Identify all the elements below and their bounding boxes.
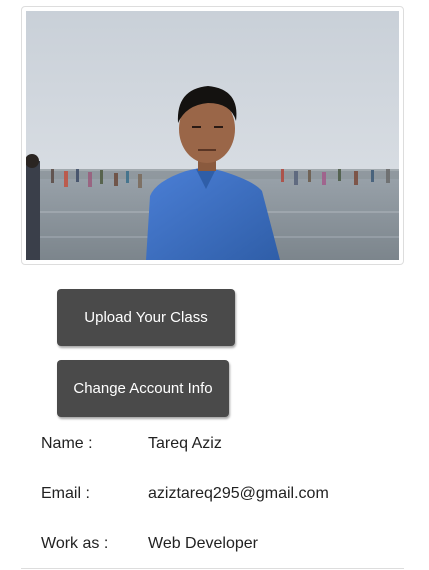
email-value: aziztareq295@gmail.com bbox=[148, 485, 329, 502]
change-account-info-button[interactable]: Change Account Info bbox=[57, 360, 229, 417]
email-label: Email : bbox=[41, 485, 90, 502]
profile-photo bbox=[26, 11, 399, 260]
name-value: Tareq Aziz bbox=[148, 435, 222, 452]
bottom-divider bbox=[21, 568, 404, 569]
work-value: Web Developer bbox=[148, 535, 258, 552]
email-row: Email : aziztareq295@gmail.com bbox=[41, 484, 329, 504]
work-label: Work as : bbox=[41, 535, 109, 552]
upload-class-button[interactable]: Upload Your Class bbox=[57, 289, 235, 346]
name-label: Name : bbox=[41, 435, 93, 452]
work-row: Work as : Web Developer bbox=[41, 534, 258, 554]
name-row: Name : Tareq Aziz bbox=[41, 434, 222, 454]
profile-photo-frame bbox=[21, 6, 404, 265]
